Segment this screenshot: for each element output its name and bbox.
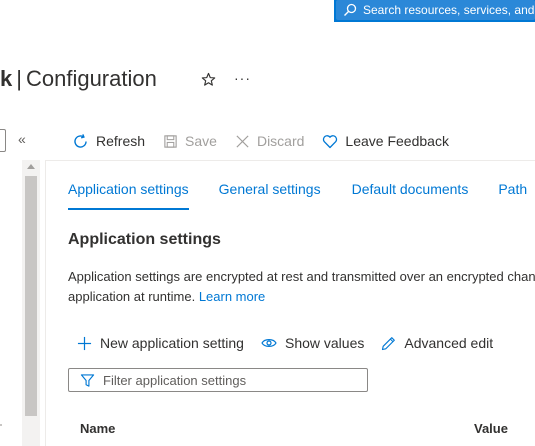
global-search-placeholder: Search resources, services, and docs (G+…	[363, 3, 535, 17]
star-icon[interactable]	[201, 72, 216, 87]
tab-application-settings[interactable]: Application settings	[68, 181, 189, 210]
menu-search-input[interactable]	[0, 129, 6, 152]
command-bar-divider	[45, 160, 535, 161]
title-separator: |	[16, 66, 22, 91]
collapse-menu-button[interactable]: «	[18, 131, 26, 147]
save-icon	[164, 134, 177, 148]
plus-icon	[77, 336, 92, 350]
filter-settings-input[interactable]	[103, 372, 353, 388]
command-bar: Refresh Save Discard Leave Feedback	[72, 131, 467, 151]
eye-icon	[261, 339, 277, 347]
show-values-label: Show values	[284, 335, 365, 351]
discard-button[interactable]: Discard	[235, 133, 304, 149]
advanced-edit-button[interactable]: Advanced edit	[381, 335, 493, 351]
resource-name: k	[0, 66, 13, 91]
blade-name: Configuration	[25, 66, 157, 91]
description-line-1: Application settings are encrypted at re…	[68, 269, 535, 284]
save-button[interactable]: Save	[163, 133, 217, 149]
leave-feedback-button[interactable]: Leave Feedback	[322, 133, 449, 149]
section-title: Application settings	[68, 231, 221, 248]
global-search-box[interactable]: Search resources, services, and docs (G+…	[336, 0, 535, 20]
section-description: Application settings are encrypted at re…	[68, 267, 535, 307]
menu-edge-mark	[0, 424, 2, 426]
description-line-2: application at runtime. Learn more	[68, 287, 535, 307]
close-icon	[236, 134, 249, 148]
scrollbar-thumb[interactable]	[25, 176, 37, 416]
description-line-2-text: application at runtime.	[68, 289, 196, 304]
config-tabs: Application settings General settings De…	[68, 181, 535, 210]
discard-label: Discard	[256, 133, 305, 149]
heart-icon	[323, 134, 338, 148]
refresh-button[interactable]: Refresh	[72, 133, 145, 150]
scroll-up-arrow-icon[interactable]	[27, 164, 35, 169]
filter-icon	[80, 373, 95, 387]
pencil-icon	[382, 336, 396, 350]
show-values-button[interactable]: Show values	[261, 335, 364, 351]
advanced-edit-label: Advanced edit	[404, 335, 494, 351]
tab-path-mappings[interactable]: Path	[498, 181, 527, 210]
refresh-label: Refresh	[96, 133, 146, 149]
filter-settings-box[interactable]	[68, 368, 368, 392]
settings-actions: New application setting Show values Adva…	[77, 334, 510, 352]
content-divider-vertical	[45, 160, 46, 446]
save-label: Save	[185, 133, 217, 149]
learn-more-link[interactable]: Learn more	[199, 289, 265, 304]
leave-feedback-label: Leave Feedback	[345, 133, 449, 149]
new-application-setting-label: New application setting	[100, 335, 244, 351]
new-application-setting-button[interactable]: New application setting	[77, 335, 244, 351]
more-options-button[interactable]: ···	[234, 70, 251, 86]
tab-default-documents[interactable]: Default documents	[352, 181, 469, 210]
search-icon	[344, 3, 357, 16]
column-header-name[interactable]: Name	[80, 421, 115, 436]
tab-general-settings[interactable]: General settings	[219, 181, 321, 210]
page-title: k | Configuration	[0, 66, 157, 92]
column-header-value[interactable]: Value	[474, 421, 508, 436]
refresh-icon	[74, 133, 87, 148]
